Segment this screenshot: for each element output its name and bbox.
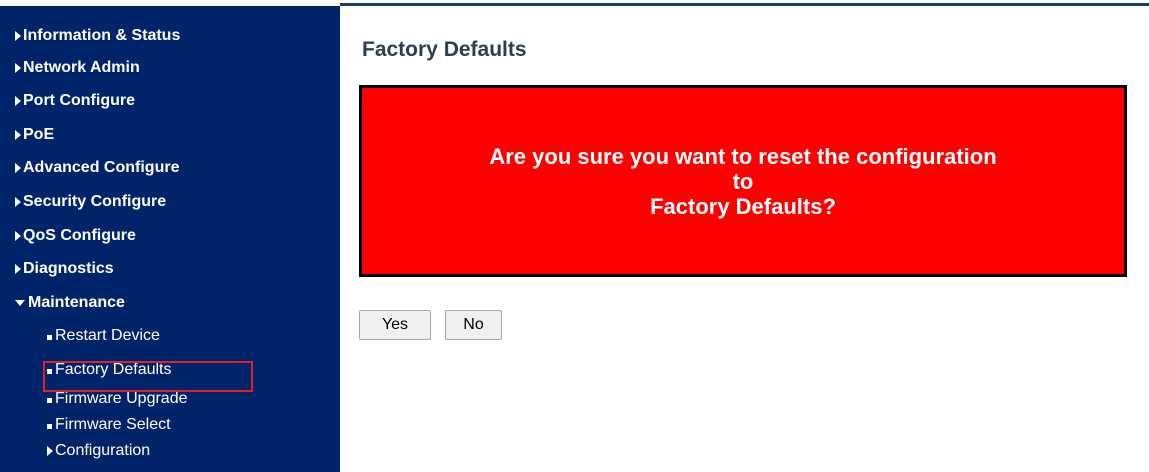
sidebar-subitem-firmware-select[interactable]: Firmware Select — [47, 415, 171, 435]
caret-right-icon — [15, 63, 21, 73]
caret-down-icon — [15, 300, 25, 306]
sidebar-item-maintenance[interactable]: Maintenance — [15, 292, 125, 314]
no-button[interactable]: No — [445, 310, 502, 340]
sidebar-item-label: Diagnostics — [23, 260, 114, 277]
caret-right-icon — [15, 31, 21, 41]
warning-line-1: Are you sure you want to reset the confi… — [489, 143, 997, 169]
sidebar-item-advanced-configure[interactable]: Advanced Configure — [15, 157, 179, 179]
sidebar-item-label: Network Admin — [23, 59, 140, 76]
caret-right-icon — [15, 264, 21, 274]
warning-line-3: Factory Defaults? — [650, 193, 836, 219]
sidebar-item-security-configure[interactable]: Security Configure — [15, 191, 166, 213]
sidebar-item-label: Security Configure — [23, 193, 167, 210]
caret-right-icon — [15, 130, 21, 140]
caret-right-icon — [15, 231, 21, 241]
bullet-icon — [47, 334, 52, 340]
caret-right-icon — [15, 96, 21, 106]
sidebar-subitem-firmware-upgrade[interactable]: Firmware Upgrade — [47, 389, 187, 409]
sidebar-subitem-label: Firmware Select — [55, 416, 171, 433]
selected-item-highlight — [43, 361, 253, 392]
sidebar-item-label: Maintenance — [28, 294, 125, 311]
sidebar-item-label: Advanced Configure — [23, 159, 180, 176]
top-divider — [340, 3, 1149, 6]
sidebar-item-qos-configure[interactable]: QoS Configure — [15, 225, 136, 247]
sidebar-item-label: PoE — [23, 126, 55, 143]
sidebar-item-label: Information & Status — [23, 27, 181, 44]
bullet-icon — [47, 423, 52, 429]
sidebar-item-diagnostics[interactable]: Diagnostics — [15, 258, 114, 280]
reset-warning-box: Are you sure you want to reset the confi… — [359, 85, 1127, 277]
sidebar-subitem-restart-device[interactable]: Restart Device — [47, 326, 160, 346]
warning-line-2: to — [732, 168, 754, 194]
sidebar-item-label: QoS Configure — [23, 227, 136, 244]
caret-right-icon — [15, 163, 21, 173]
sidebar-item-port-configure[interactable]: Port Configure — [15, 90, 135, 112]
sidebar-subitem-label: Firmware Upgrade — [55, 390, 188, 407]
yes-button[interactable]: Yes — [359, 310, 431, 340]
page-title: Factory Defaults — [362, 38, 527, 61]
reset-warning-text: Are you sure you want to reset the confi… — [489, 144, 996, 219]
sidebar: Information & Status Network Admin Port … — [0, 6, 340, 472]
sidebar-item-information-status[interactable]: Information & Status — [15, 25, 180, 47]
caret-right-icon — [15, 197, 21, 207]
sidebar-item-poe[interactable]: PoE — [15, 124, 54, 146]
sidebar-subitem-label: Restart Device — [55, 327, 160, 344]
caret-right-icon — [47, 446, 53, 456]
sidebar-subitem-label: Configuration — [55, 442, 151, 459]
sidebar-item-label: Port Configure — [23, 92, 135, 109]
sidebar-item-network-admin[interactable]: Network Admin — [15, 57, 140, 79]
bullet-icon — [47, 397, 52, 403]
sidebar-subitem-configuration[interactable]: Configuration — [47, 441, 150, 461]
